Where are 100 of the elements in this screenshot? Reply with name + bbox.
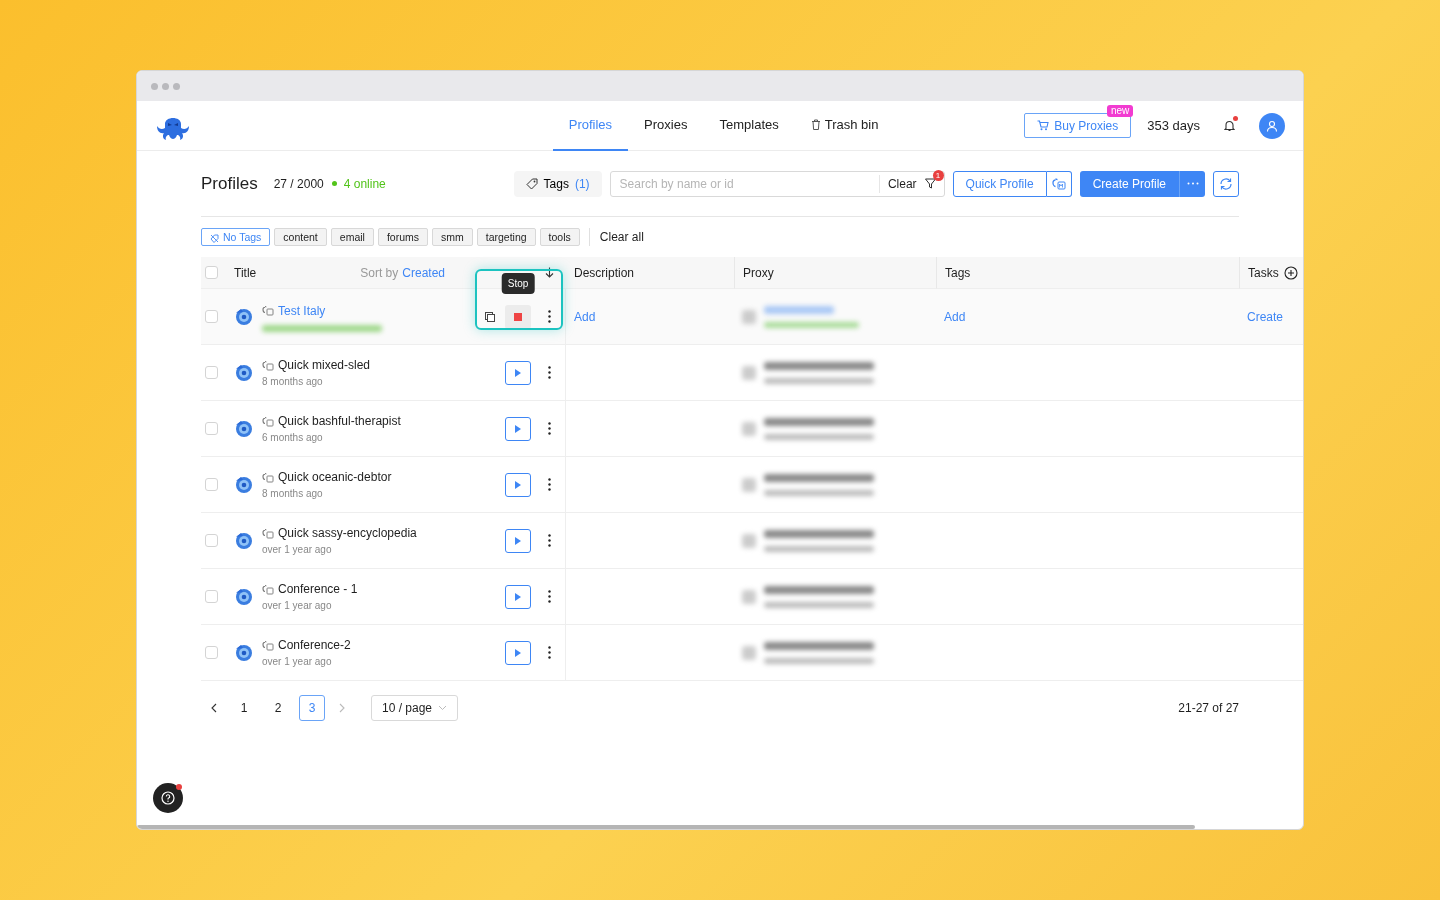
os-icon (262, 639, 274, 651)
more-vertical-icon[interactable] (548, 534, 551, 547)
page-size-select[interactable]: 10 / page (371, 695, 459, 721)
no-tag-icon (210, 233, 219, 243)
next-page-icon (339, 703, 345, 713)
play-button[interactable] (505, 472, 531, 497)
quick-profile-button[interactable]: Quick Profile (952, 170, 1047, 197)
profile-name[interactable]: Conference-2 (278, 636, 351, 654)
clear-all-link[interactable]: Clear all (599, 228, 644, 246)
play-button[interactable] (505, 360, 531, 385)
tag-filter[interactable]: smm (432, 228, 473, 246)
window-dot[interactable] (162, 82, 169, 90)
more-vertical-icon[interactable] (548, 590, 551, 603)
profile-name[interactable]: Quick oceanic-debtor (278, 468, 392, 486)
page-button[interactable]: 2 (265, 695, 291, 721)
more-options-button[interactable] (1179, 170, 1205, 197)
online-count: 4 online (331, 174, 386, 193)
buy-proxies-button[interactable]: Buy Proxies (1024, 113, 1132, 138)
play-button[interactable] (505, 640, 531, 665)
tag-filter[interactable]: email (330, 228, 374, 246)
row-checkbox[interactable] (205, 534, 218, 547)
page-button[interactable]: 1 (231, 695, 257, 721)
profile-avatar-icon (234, 474, 254, 495)
play-button[interactable] (505, 528, 531, 553)
user-icon (1266, 119, 1278, 132)
cart-icon (1037, 120, 1050, 131)
more-vertical-icon[interactable] (548, 310, 551, 323)
nav-tab[interactable]: Profiles (552, 100, 629, 151)
row-checkbox[interactable] (205, 478, 218, 491)
row-checkbox[interactable] (205, 310, 218, 323)
column-header: Tags (945, 264, 971, 282)
created-time: over 1 year ago (262, 655, 333, 669)
nav-tab[interactable]: Templates (703, 100, 795, 151)
profile-avatar-icon (234, 362, 254, 383)
tag-filter[interactable]: forums (377, 228, 428, 246)
filter-count-badge: 1 (932, 170, 944, 181)
more-vertical-icon[interactable] (548, 422, 551, 435)
play-button[interactable] (505, 584, 531, 609)
row-checkbox[interactable] (205, 646, 218, 659)
tags-button[interactable]: Tags (1) (513, 170, 602, 197)
tag-filter[interactable]: content (274, 228, 327, 246)
tag-filter[interactable]: targeting (476, 228, 536, 246)
stop-icon (514, 312, 522, 321)
help-button[interactable] (153, 783, 183, 813)
row-checkbox[interactable] (205, 422, 218, 435)
profile-name[interactable]: Test Italy (278, 301, 326, 320)
more-vertical-icon[interactable] (548, 478, 551, 491)
clear-button[interactable]: Clear (878, 174, 925, 193)
blurred-proxy-icon (742, 309, 756, 324)
tag-filter[interactable]: No Tags (201, 228, 271, 246)
profile-avatar-icon (234, 306, 254, 327)
new-badge: new (1106, 105, 1134, 117)
add-description-link[interactable]: Add (574, 307, 596, 326)
os-icon (262, 305, 274, 316)
previous-page-icon (211, 703, 217, 713)
blurred-proxy-icon (742, 533, 756, 548)
quick-profile-options-button[interactable] (1046, 170, 1072, 197)
play-button[interactable] (505, 416, 531, 441)
nav-tab[interactable]: Proxies (628, 100, 704, 151)
more-vertical-icon[interactable] (548, 366, 551, 379)
profile-avatar-icon (234, 586, 254, 607)
scrollbar[interactable] (137, 825, 1195, 829)
profile-name[interactable]: Quick mixed-sled (278, 356, 371, 374)
window-dot[interactable] (173, 82, 180, 90)
play-icon (515, 648, 521, 657)
help-icon (161, 791, 175, 805)
play-icon (515, 368, 521, 377)
created-time: over 1 year ago (262, 543, 333, 557)
alert-dot (176, 784, 182, 790)
blurred-proxy-icon (742, 421, 756, 436)
profile-name[interactable]: Quick sassy-encyclopedia (278, 524, 417, 542)
sort-arrow-icon (545, 267, 554, 278)
row-checkbox[interactable] (205, 366, 218, 379)
profile-name[interactable]: Conference - 1 (278, 580, 358, 598)
refresh-button[interactable] (1213, 170, 1239, 197)
os-icon (262, 527, 274, 539)
play-icon (515, 480, 521, 489)
blurred-proxy-icon (742, 645, 756, 660)
tag-filter[interactable]: tools (539, 228, 580, 246)
create-profile-button[interactable]: Create Profile (1079, 170, 1179, 197)
play-icon (515, 424, 521, 433)
page-button[interactable]: 3 (299, 695, 325, 721)
nav-tab[interactable]: Trash bin (794, 100, 895, 151)
add-tag-link[interactable]: Add (944, 307, 966, 326)
window-dot[interactable] (151, 82, 158, 90)
page-range: 21-27 of 27 (1178, 700, 1239, 717)
profile-name[interactable]: Quick bashful-therapist (278, 412, 401, 430)
user-avatar[interactable] (1259, 112, 1285, 139)
windows-icon[interactable] (485, 311, 495, 322)
select-all-checkbox[interactable] (205, 266, 218, 279)
created-time: 6 months ago (262, 431, 324, 445)
search-field[interactable]: Search by name or id Clear 1 (609, 170, 945, 197)
page-title: Profiles (201, 172, 258, 195)
row-checkbox[interactable] (205, 590, 218, 603)
column-header: Proxy (743, 264, 774, 282)
os-icon (262, 359, 274, 371)
filter-button[interactable] (924, 178, 936, 189)
more-vertical-icon[interactable] (548, 646, 551, 659)
add-task-icon[interactable] (1283, 265, 1298, 280)
column-header: Tasks (1248, 264, 1279, 282)
